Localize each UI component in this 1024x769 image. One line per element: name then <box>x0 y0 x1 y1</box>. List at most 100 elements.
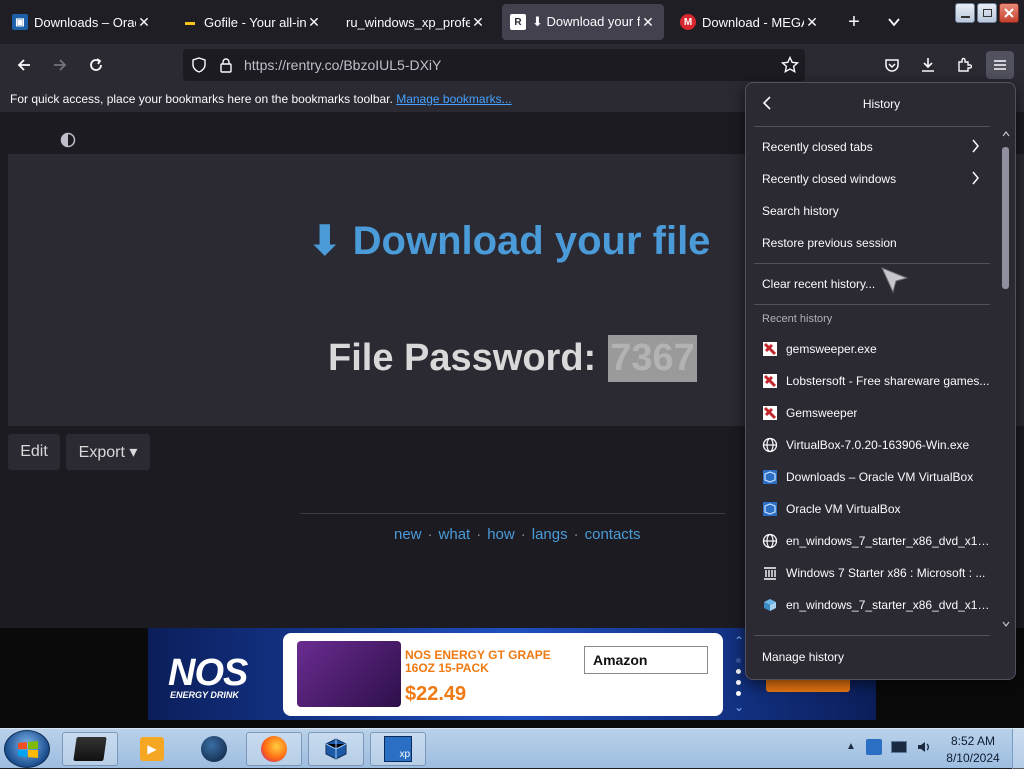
taskbar-virtualbox[interactable] <box>308 732 364 766</box>
history-item[interactable]: en_windows_7_starter_x86_dvd_x15-... <box>754 526 990 556</box>
tray-volume-icon[interactable] <box>916 739 932 760</box>
virtualbox-icon <box>762 469 778 485</box>
shield-icon[interactable] <box>191 57 207 73</box>
password-label: File Password: <box>328 336 597 379</box>
taskbar-media-player[interactable]: ▶ <box>124 732 180 766</box>
tab-bar: ▣ Downloads – Oracle VM ✕ ▬ Gofile - You… <box>0 0 1024 44</box>
footer-link-contacts[interactable]: contacts <box>585 526 641 543</box>
footer-divider <box>300 513 725 514</box>
panel-title: History <box>862 97 901 111</box>
forward-button[interactable] <box>46 51 74 79</box>
search-history-item[interactable]: Search history <box>754 196 990 226</box>
history-item[interactable]: VirtualBox-7.0.20-163906-Win.exe <box>754 430 990 460</box>
recently-closed-windows-item[interactable]: Recently closed windows <box>754 164 990 194</box>
back-button[interactable] <box>10 51 38 79</box>
chevron-right-icon <box>972 171 979 185</box>
bookmark-star-icon[interactable] <box>781 56 799 74</box>
tab-downloads-virtualbox[interactable]: ▣ Downloads – Oracle VM ✕ <box>4 4 160 40</box>
windows-logo-icon <box>18 741 38 758</box>
new-tab-button[interactable]: + <box>840 8 868 36</box>
history-item[interactable]: Downloads – Oracle VM VirtualBox <box>754 462 990 492</box>
recently-closed-tabs-item[interactable]: Recently closed tabs <box>754 132 990 162</box>
menu-label: Restore previous session <box>762 236 897 250</box>
list-all-tabs-button[interactable] <box>880 8 908 36</box>
theme-toggle-icon[interactable] <box>60 132 76 148</box>
manage-bookmarks-link[interactable]: Manage bookmarks... <box>396 92 511 106</box>
taskbar-app-box[interactable] <box>62 732 118 766</box>
history-item[interactable]: Windows 7 Starter x86 : Microsoft : ... <box>754 558 990 588</box>
url-bar[interactable]: https://rentry.co/BbzoIUL5-DXiY <box>183 49 805 81</box>
scroll-up-icon[interactable] <box>1002 131 1010 137</box>
tab-mega[interactable]: M Download - MEGA ✕ <box>672 4 828 40</box>
menu-label: Recently closed tabs <box>762 140 873 154</box>
history-item[interactable]: Lobstersoft - Free shareware games... <box>754 366 990 396</box>
tray-virtualbox-icon[interactable] <box>866 739 882 755</box>
footer-link-what[interactable]: what <box>439 526 471 543</box>
extensions-button[interactable] <box>950 51 978 79</box>
tray-network-icon[interactable] <box>891 741 907 753</box>
taskbar-firefox[interactable] <box>246 732 302 766</box>
show-hidden-icons-button[interactable]: ▲ <box>846 741 856 752</box>
black-box-app-icon <box>73 737 107 761</box>
archive-org-icon <box>762 565 778 581</box>
pocket-button[interactable] <box>878 51 906 79</box>
virtualbox-icon <box>325 738 347 760</box>
close-tab-icon[interactable]: ✕ <box>306 14 322 31</box>
tab-windows-xp[interactable]: ru_windows_xp_professional ✕ <box>338 4 494 40</box>
ad-scroll-up-icon[interactable]: ⌃ <box>734 634 744 648</box>
close-tab-icon[interactable]: ✕ <box>470 14 486 31</box>
scroll-down-icon[interactable] <box>1002 621 1010 627</box>
lock-icon[interactable] <box>219 57 233 73</box>
start-button[interactable] <box>4 730 50 768</box>
forward-arrow-icon <box>54 59 67 71</box>
downloads-button[interactable] <box>914 51 942 79</box>
tab-download-your-file[interactable]: R ⬇ Download your file ✕ <box>502 4 664 40</box>
close-tab-icon[interactable]: ✕ <box>136 14 152 31</box>
export-button[interactable]: Export ▾ <box>66 434 150 470</box>
chevron-right-icon <box>972 139 979 153</box>
password-value[interactable]: 7367 <box>608 334 697 382</box>
taskbar-time[interactable]: 8:52 AM <box>946 734 1000 748</box>
firefox-icon <box>261 736 287 762</box>
footer-link-how[interactable]: how <box>487 526 515 543</box>
history-item[interactable]: Oracle VM VirtualBox <box>754 494 990 524</box>
restore-button[interactable] <box>977 3 997 23</box>
back-arrow-icon <box>17 59 30 71</box>
divider <box>754 635 990 636</box>
taskbar-date[interactable]: 8/10/2024 <box>943 751 1003 765</box>
ad-brand-logo: NOS <box>168 652 248 694</box>
nav-bar: https://rentry.co/BbzoIUL5-DXiY <box>0 44 1024 86</box>
footer-links: new · what · how · langs · contacts <box>394 526 640 543</box>
history-item[interactable]: gemsweeper.exe <box>754 334 990 364</box>
restore-previous-session-item[interactable]: Restore previous session <box>754 228 990 258</box>
mega-icon: M <box>680 14 696 30</box>
app-menu-button[interactable] <box>986 51 1014 79</box>
close-window-button[interactable] <box>999 3 1019 23</box>
close-tab-icon[interactable]: ✕ <box>804 14 820 31</box>
minimize-button[interactable] <box>955 3 975 23</box>
globe-icon <box>762 437 778 453</box>
manage-history-item[interactable]: Manage history <box>754 642 990 672</box>
scrollbar-thumb[interactable] <box>1002 147 1009 289</box>
show-desktop-button[interactable] <box>1012 729 1024 769</box>
reload-button[interactable] <box>82 51 110 79</box>
edit-button[interactable]: Edit <box>8 434 60 470</box>
url-text[interactable]: https://rentry.co/BbzoIUL5-DXiY <box>244 57 441 73</box>
footer-link-langs[interactable]: langs <box>532 526 568 543</box>
history-item[interactable]: en_windows_7_starter_x86_dvd_x15-... <box>754 590 990 620</box>
footer-separator: · <box>476 526 482 543</box>
footer-link-new[interactable]: new <box>394 526 422 543</box>
ad-product-title: NOS ENERGY GT GRAPE 16OZ 15-PACK <box>405 648 551 675</box>
clear-recent-history-item[interactable]: Clear recent history... <box>754 269 990 299</box>
window-controls <box>955 3 1021 23</box>
history-item[interactable]: Gemsweeper <box>754 398 990 428</box>
taskbar-xp-vm[interactable]: xp <box>370 732 426 766</box>
ad-scroll-down-icon[interactable]: ⌄ <box>734 700 744 714</box>
tab-gofile[interactable]: ▬ Gofile - Your all-in-one ✕ <box>174 4 330 40</box>
close-tab-icon[interactable]: ✕ <box>640 14 656 31</box>
globe-icon <box>762 533 778 549</box>
hamburger-menu-icon <box>994 60 1006 70</box>
history-scrollbar[interactable] <box>999 129 1013 631</box>
taskbar-globe-app[interactable] <box>186 732 242 766</box>
menu-label: Recently closed windows <box>762 172 897 186</box>
